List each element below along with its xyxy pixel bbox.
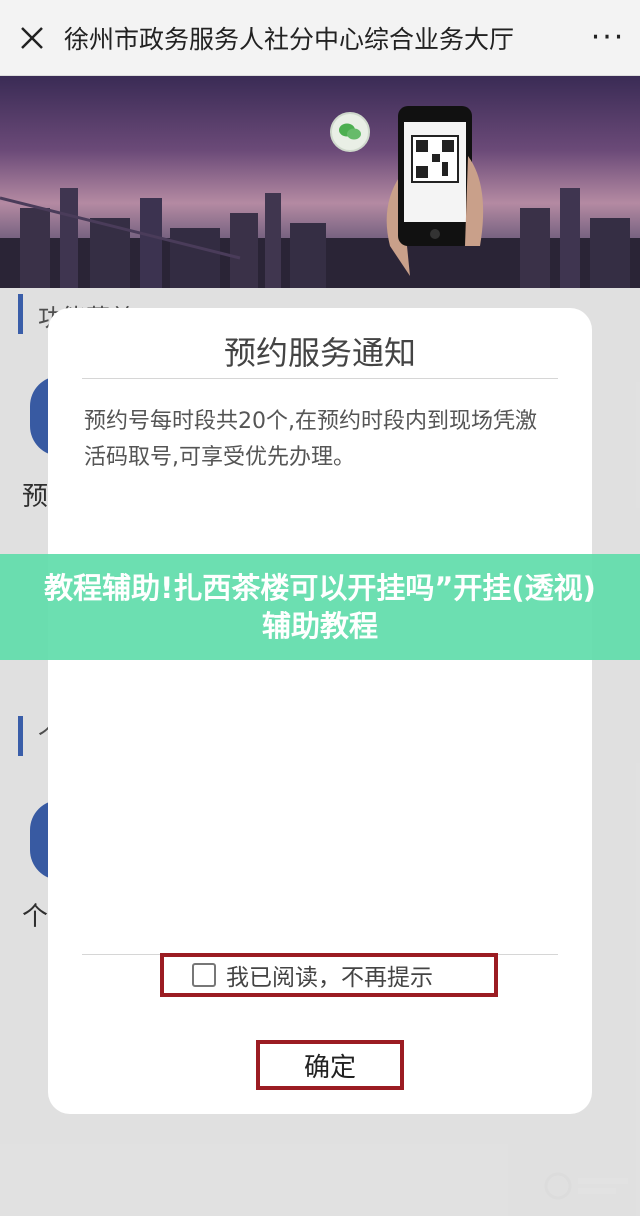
- close-icon: [21, 26, 43, 49]
- more-options-button[interactable]: ···: [576, 0, 640, 76]
- city-skyline-graphic: [0, 188, 640, 288]
- dialog-title: 预约服务通知: [223, 334, 416, 372]
- divider: [82, 378, 558, 379]
- confirm-button[interactable]: 确定: [256, 1040, 404, 1090]
- close-button[interactable]: [0, 0, 64, 76]
- wechat-badge: [330, 112, 370, 152]
- watermark-logo: [544, 1172, 628, 1200]
- wechat-icon: [339, 123, 361, 140]
- caption-text: 教程辅助!扎西茶楼可以开挂吗”开挂(透视)辅助教程: [44, 571, 596, 643]
- checkbox-highlight-box: [160, 953, 498, 997]
- phone-qr-graphic: [386, 106, 484, 276]
- caption-banner: 教程辅助!扎西茶楼可以开挂吗”开挂(透视)辅助教程: [0, 554, 640, 660]
- top-bar: 徐州市政务服务人社分中心综合业务大厅 ···: [0, 0, 640, 76]
- more-icon: ···: [590, 20, 626, 55]
- dialog-body-text: 预约号每时段共20个,在预约时段内到现场凭激活码取号,可享受优先办理。: [84, 409, 537, 470]
- banner-image: [0, 76, 640, 288]
- page-title: 徐州市政务服务人社分中心综合业务大厅: [64, 24, 515, 54]
